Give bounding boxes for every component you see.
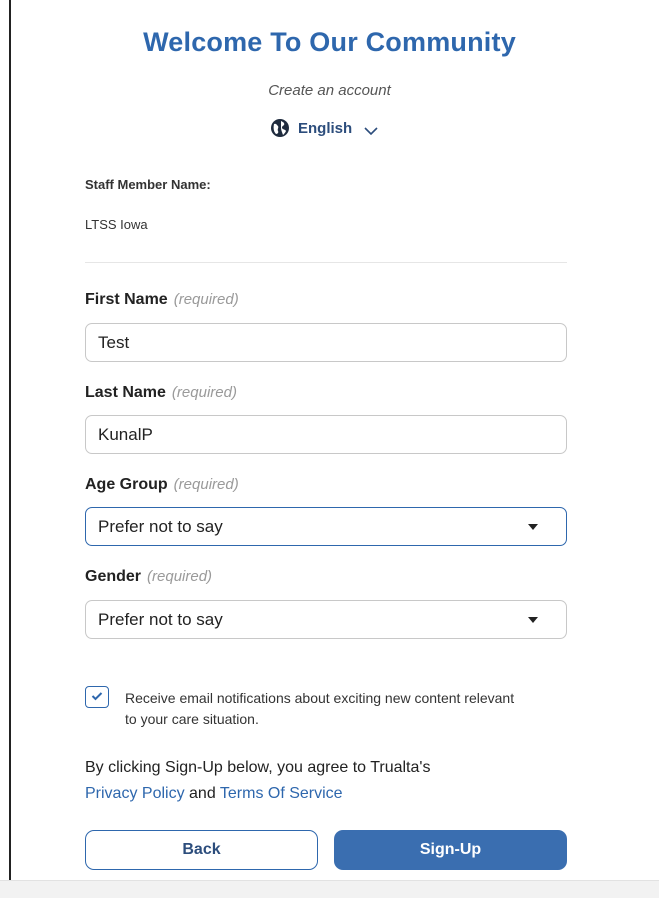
language-label: English xyxy=(298,119,353,137)
privacy-policy-link[interactable]: Privacy Policy xyxy=(85,785,185,802)
first-name-label: First Name (required) xyxy=(85,291,239,309)
staff-member-value: LTSS Iowa xyxy=(85,217,148,232)
language-selector[interactable]: English xyxy=(270,116,378,140)
age-group-select[interactable]: Prefer not to say xyxy=(85,507,567,546)
required-hint: (required) xyxy=(173,291,239,308)
back-button-label: Back xyxy=(182,841,221,858)
gender-select[interactable]: Prefer not to say xyxy=(85,600,567,639)
last-name-label: Last Name (required) xyxy=(85,384,237,402)
agreement-and: and xyxy=(189,785,216,802)
signup-button[interactable]: Sign-Up xyxy=(334,830,567,870)
age-group-selected: Prefer not to say xyxy=(98,516,223,536)
terms-of-service-link[interactable]: Terms Of Service xyxy=(220,785,343,802)
email-opt-in-checkbox[interactable] xyxy=(85,686,109,708)
first-name-label-text: First Name xyxy=(85,291,168,308)
section-divider xyxy=(85,262,567,263)
last-name-value: KunalP xyxy=(98,424,153,444)
gender-selected: Prefer not to say xyxy=(98,609,223,629)
agreement-prefix: By clicking Sign-Up below, you agree to … xyxy=(85,759,431,776)
age-group-label: Age Group (required) xyxy=(85,476,239,494)
age-group-label-text: Age Group xyxy=(85,476,168,493)
checkmark-icon xyxy=(91,688,103,706)
first-name-input[interactable]: Test xyxy=(85,323,567,362)
email-opt-in-label: Receive email notifications about exciti… xyxy=(125,690,515,727)
page-title: Welcome To Our Community xyxy=(143,27,516,57)
page-subtitle: Create an account xyxy=(268,82,391,99)
signup-button-label: Sign-Up xyxy=(419,841,482,858)
last-name-input[interactable]: KunalP xyxy=(85,415,567,454)
gender-label: Gender (required) xyxy=(85,568,212,586)
required-hint: (required) xyxy=(173,476,239,493)
first-name-value: Test xyxy=(98,332,130,352)
last-name-label-text: Last Name xyxy=(85,384,166,401)
caret-down-icon xyxy=(528,523,538,530)
chevron-down-icon xyxy=(364,123,378,136)
caret-down-icon xyxy=(528,616,538,623)
globe-icon xyxy=(270,118,290,138)
required-hint: (required) xyxy=(147,568,213,585)
back-button[interactable]: Back xyxy=(85,830,318,870)
required-hint: (required) xyxy=(171,384,237,401)
agreement-text: By clicking Sign-Up below, you agree to … xyxy=(85,755,565,807)
bottom-bar xyxy=(0,880,659,898)
staff-member-label: Staff Member Name: xyxy=(85,177,211,192)
gender-label-text: Gender xyxy=(85,568,142,585)
